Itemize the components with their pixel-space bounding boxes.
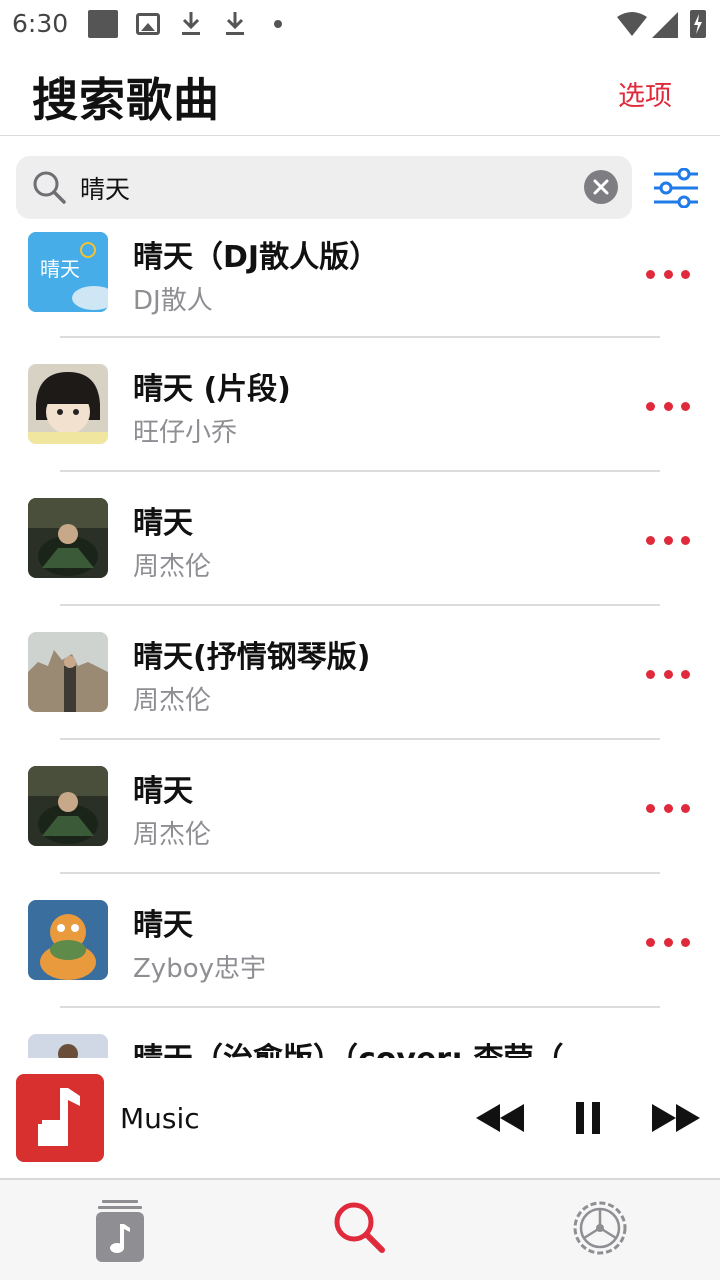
song-list[interactable]: 晴天 晴天（DJ散人版） DJ散人 晴天 (片段) 旺仔小乔 晴天 周杰伦 晴天…	[0, 228, 720, 1058]
tab-settings[interactable]	[540, 1194, 660, 1270]
dot-icon	[274, 20, 282, 28]
screen: 6:30 搜索歌曲 选项 晴天 晴天 晴天（DJ散人版） DJ散人 晴天 (片段…	[0, 0, 720, 1280]
download-icon	[182, 12, 200, 35]
album-artwork	[28, 364, 108, 444]
more-options-button[interactable]	[646, 396, 690, 416]
tab-search[interactable]	[300, 1194, 420, 1270]
battery-charging-icon	[690, 10, 706, 38]
song-title: 晴天（治愈版）（cover: 李莹（…	[133, 1034, 594, 1058]
close-icon	[593, 179, 609, 195]
fast-forward-icon[interactable]	[650, 1098, 702, 1138]
search-icon	[33, 171, 66, 204]
album-artwork: 晴天	[28, 232, 108, 312]
album-artwork	[28, 900, 108, 980]
song-artist: DJ散人	[133, 286, 213, 316]
song-artist: 周杰伦	[133, 820, 212, 850]
list-item[interactable]: 晴天 (片段) 旺仔小乔	[0, 340, 720, 474]
search-input[interactable]	[80, 166, 570, 210]
row-divider	[60, 470, 660, 472]
search-bar[interactable]	[16, 156, 632, 219]
list-item[interactable]: 晴天(抒情钢琴版) 周杰伦	[0, 608, 720, 742]
row-divider	[60, 738, 660, 740]
row-divider	[60, 604, 660, 606]
more-options-button[interactable]	[646, 664, 690, 684]
status-bar: 6:30	[0, 0, 720, 50]
song-title: 晴天	[133, 774, 193, 809]
album-artwork	[28, 1034, 108, 1058]
music-library-icon	[96, 1200, 144, 1262]
song-title: 晴天	[133, 506, 193, 541]
signal-icon	[652, 12, 678, 38]
more-options-button[interactable]	[646, 932, 690, 952]
song-artist: 旺仔小乔	[133, 418, 238, 448]
pause-icon[interactable]	[574, 1098, 602, 1138]
settings-icon	[573, 1201, 627, 1255]
download-icon	[226, 12, 244, 35]
more-options-button[interactable]	[646, 798, 690, 818]
search-icon	[334, 1202, 385, 1253]
clear-search-button[interactable]	[584, 170, 618, 204]
song-title: 晴天(抒情钢琴版)	[133, 640, 371, 675]
more-options-button[interactable]	[646, 530, 690, 550]
song-title: 晴天（DJ散人版）	[133, 240, 380, 275]
notification-square-icon	[88, 10, 118, 38]
tab-bar	[0, 1178, 720, 1280]
album-artwork	[28, 498, 108, 578]
wifi-icon	[617, 12, 647, 36]
song-title: 晴天	[133, 908, 193, 943]
album-artwork	[28, 766, 108, 846]
page-title: 搜索歌曲	[32, 73, 220, 127]
song-artist: 周杰伦	[133, 552, 212, 582]
song-artist: 周杰伦	[133, 686, 212, 716]
rewind-icon[interactable]	[474, 1098, 526, 1138]
options-button[interactable]: 选项	[618, 74, 672, 113]
list-item[interactable]: 晴天 周杰伦	[0, 742, 720, 876]
row-divider	[60, 1006, 660, 1008]
list-item[interactable]: 晴天 晴天（DJ散人版） DJ散人	[0, 228, 720, 340]
list-item[interactable]: 晴天 Zyboy忠宇	[0, 876, 720, 1010]
player-title: Music	[120, 1102, 200, 1135]
mini-player[interactable]: Music	[0, 1058, 720, 1178]
list-item[interactable]: 晴天（治愈版）（cover: 李莹（…	[0, 1010, 720, 1058]
player-artwork	[16, 1074, 104, 1162]
image-icon	[136, 13, 160, 35]
tab-library[interactable]	[60, 1194, 180, 1270]
row-divider	[60, 872, 660, 874]
header: 搜索歌曲 选项	[0, 50, 720, 136]
status-time: 6:30	[12, 9, 69, 38]
list-item[interactable]: 晴天 周杰伦	[0, 474, 720, 608]
music-note-icon	[38, 1088, 80, 1146]
filter-sliders-icon[interactable]	[652, 168, 700, 208]
row-divider	[60, 336, 660, 338]
artwork-lettering: 晴天	[40, 257, 80, 281]
more-options-button[interactable]	[646, 264, 690, 284]
song-artist: Zyboy忠宇	[133, 954, 266, 984]
album-artwork	[28, 632, 108, 712]
song-title: 晴天 (片段)	[133, 372, 291, 407]
